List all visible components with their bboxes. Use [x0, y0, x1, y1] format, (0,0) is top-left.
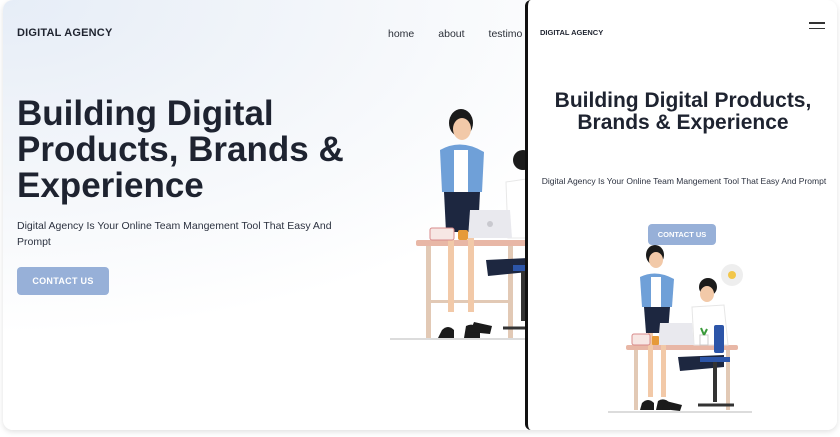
hamburger-menu-icon[interactable]	[809, 22, 825, 36]
hero-subtitle: Digital Agency Is Your Online Team Mange…	[17, 220, 332, 248]
mobile-hero-subtitle: Digital Agency Is Your Online Team Mange…	[541, 176, 827, 186]
nav-link-home[interactable]: home	[388, 28, 414, 40]
nav-link-testimonials[interactable]: testimo	[489, 28, 523, 40]
contact-us-button[interactable]: CONTACT US	[17, 267, 109, 295]
brand-logo[interactable]: DIGITAL AGENCY	[17, 27, 113, 39]
hero-title: Building Digital Products, Brands & Expe…	[17, 94, 344, 205]
mobile-hero-title: Building Digital Products, Brands & Expe…	[554, 89, 812, 134]
mobile-contact-us-button[interactable]: CONTACT US	[648, 224, 716, 245]
main-nav: home about testimo	[388, 28, 522, 40]
mobile-view: DIGITAL AGENCY Building Digital Products…	[525, 0, 837, 430]
office-team-illustration	[390, 109, 533, 340]
mobile-brand-logo[interactable]: DIGITAL AGENCY	[540, 28, 603, 37]
preview-frame: DIGITAL AGENCY home about testimo Buildi…	[3, 0, 837, 430]
mobile-office-team-illustration	[608, 245, 752, 413]
nav-link-about[interactable]: about	[438, 28, 464, 40]
